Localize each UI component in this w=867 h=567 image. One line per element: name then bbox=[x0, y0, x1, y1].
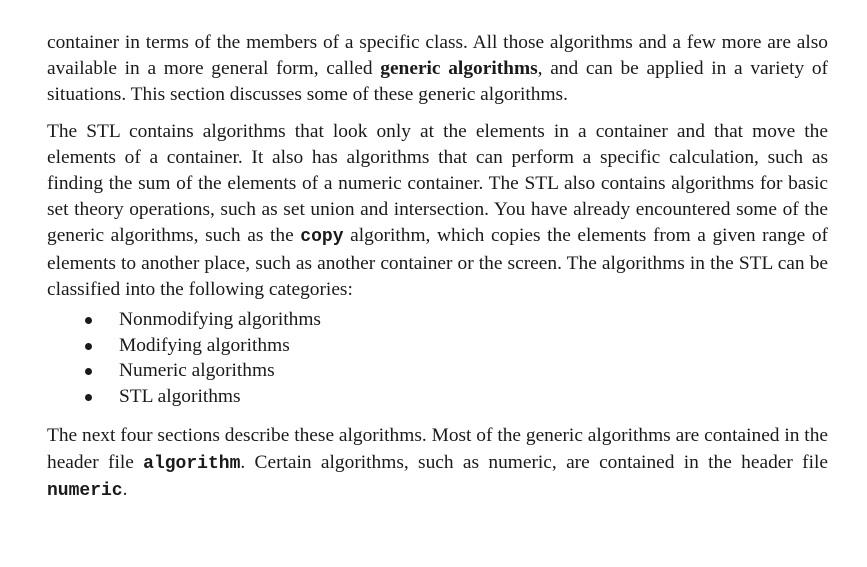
header-files-paragraph: The next four sections describe these al… bbox=[47, 423, 828, 504]
list-item-label: STL algorithms bbox=[119, 385, 241, 407]
bullet-icon bbox=[85, 368, 92, 376]
document-page: container in terms of the members of a s… bbox=[47, 30, 828, 504]
list-item-label: Nonmodifying algorithms bbox=[119, 309, 321, 331]
generic-algorithms-term: generic algorithms bbox=[380, 58, 538, 80]
stl-paragraph: The STL contains algorithms that look on… bbox=[47, 119, 828, 303]
header-text-2: . Certain algorithms, such as numeric, a… bbox=[240, 451, 829, 473]
copy-code: copy bbox=[300, 227, 344, 248]
category-list: Nonmodifying algorithms Modifying algori… bbox=[47, 307, 828, 409]
list-item: STL algorithms bbox=[85, 384, 828, 410]
bullet-icon bbox=[85, 317, 92, 325]
list-item-label: Modifying algorithms bbox=[119, 334, 290, 356]
list-item: Nonmodifying algorithms bbox=[85, 307, 828, 333]
bullet-icon bbox=[85, 393, 92, 401]
list-item: Numeric algorithms bbox=[85, 358, 828, 384]
intro-paragraph: container in terms of the members of a s… bbox=[47, 30, 828, 109]
algorithm-code: algorithm bbox=[143, 453, 241, 474]
bullet-icon bbox=[85, 342, 92, 350]
list-item: Modifying algorithms bbox=[85, 333, 828, 359]
list-item-label: Numeric algorithms bbox=[119, 360, 275, 382]
header-text-3: . bbox=[122, 478, 128, 500]
numeric-code: numeric bbox=[47, 480, 123, 501]
